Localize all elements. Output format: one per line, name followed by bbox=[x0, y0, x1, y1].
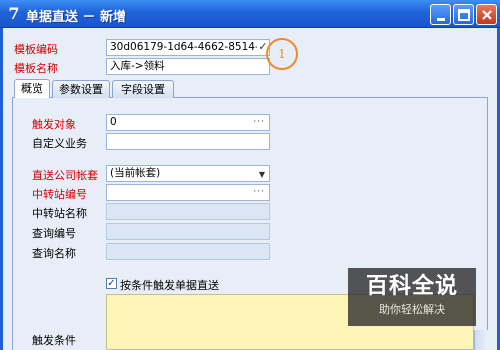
template-code-label: 模板编码 bbox=[14, 43, 58, 56]
trigger-object-field[interactable]: 0 ··· bbox=[106, 114, 270, 131]
app-icon: 7 bbox=[8, 4, 20, 23]
trigger-object-browse-icon[interactable]: ··· bbox=[253, 115, 265, 130]
minimize-button[interactable] bbox=[430, 4, 451, 25]
query-name-label: 查询名称 bbox=[32, 247, 76, 260]
tab-overview[interactable]: 概览 bbox=[14, 79, 50, 98]
close-button[interactable] bbox=[476, 4, 497, 25]
maximize-button[interactable] bbox=[453, 4, 474, 25]
trigger-condition-label: 触发条件 bbox=[32, 334, 76, 347]
title-bar[interactable]: 7 单据直送 － 新增 bbox=[0, 0, 500, 28]
close-icon bbox=[482, 10, 492, 20]
custom-business-label: 自定义业务 bbox=[32, 137, 87, 150]
template-name-label: 模板名称 bbox=[14, 62, 58, 75]
transit-name-label: 中转站名称 bbox=[32, 207, 87, 220]
tab-fields[interactable]: 字段设置 bbox=[112, 80, 174, 98]
transit-code-field[interactable]: ··· bbox=[106, 184, 270, 201]
query-code-label: 查询编号 bbox=[32, 227, 76, 240]
conditional-trigger-checkbox[interactable]: ✓ bbox=[106, 278, 117, 289]
transit-name-field bbox=[106, 203, 270, 220]
conditional-trigger-label: 按条件触发单据直送 bbox=[120, 279, 219, 292]
transit-code-browse-icon[interactable]: ··· bbox=[253, 185, 265, 200]
custom-business-field[interactable] bbox=[106, 133, 270, 150]
transit-code-label: 中转站编号 bbox=[32, 188, 87, 201]
template-name-value: 入库->领料 bbox=[110, 60, 165, 72]
template-code-value: 30d06179-1d64-4662-8514-55f2 bbox=[110, 41, 270, 53]
company-account-select[interactable]: (当前帐套) ▼ bbox=[106, 165, 270, 182]
template-name-field[interactable]: 入库->领料 bbox=[106, 58, 270, 75]
company-account-label: 直送公司帐套 bbox=[32, 169, 98, 182]
chevron-down-icon[interactable]: ▼ bbox=[259, 167, 265, 181]
minimize-icon bbox=[437, 18, 445, 21]
window-title: 单据直送 － 新增 bbox=[26, 10, 127, 25]
query-code-field bbox=[106, 223, 270, 240]
trigger-object-label: 触发对象 bbox=[32, 118, 76, 131]
watermark: 百科全说 助你轻松解决 bbox=[348, 268, 476, 326]
template-code-field[interactable]: 30d06179-1d64-4662-8514-55f2 bbox=[106, 39, 270, 56]
watermark-subtitle: 助你轻松解决 bbox=[379, 303, 445, 316]
tab-parameters[interactable]: 参数设置 bbox=[52, 80, 110, 98]
watermark-title: 百科全说 bbox=[365, 274, 458, 299]
maximize-icon bbox=[458, 9, 470, 21]
company-account-value: (当前帐套) bbox=[110, 167, 161, 179]
vertical-scrollbar[interactable] bbox=[474, 330, 488, 350]
trigger-object-value: 0 bbox=[110, 116, 117, 128]
query-name-field bbox=[106, 243, 270, 260]
step-callout: 1 bbox=[266, 38, 298, 70]
